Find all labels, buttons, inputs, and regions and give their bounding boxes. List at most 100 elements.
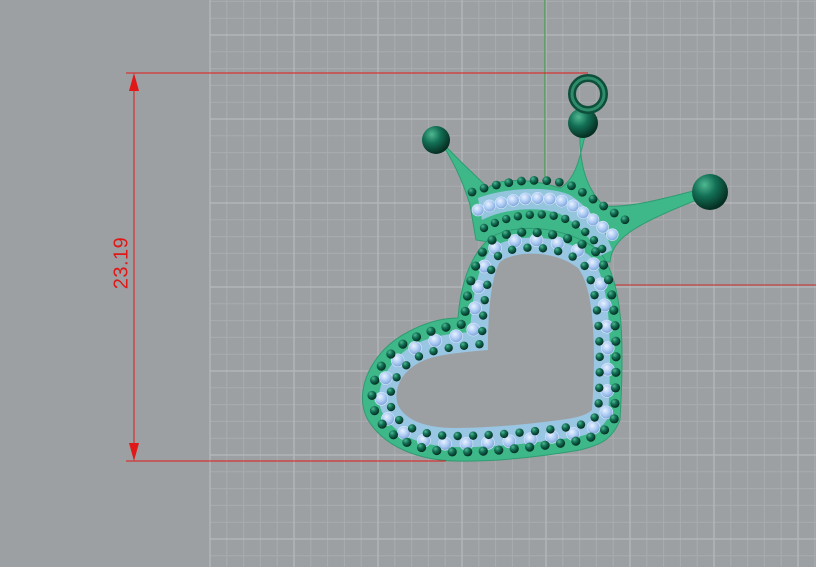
bead [471, 261, 481, 271]
right-prong-ball [692, 174, 728, 210]
gem [566, 199, 580, 213]
gem [543, 192, 557, 206]
bead [502, 214, 511, 224]
bead [460, 306, 470, 316]
bead [447, 447, 457, 457]
bead [577, 239, 587, 249]
bead [620, 215, 630, 225]
bead [515, 428, 524, 437]
bead [561, 423, 570, 432]
bead [480, 295, 489, 305]
bead [537, 210, 546, 219]
bead [444, 343, 453, 353]
bead [592, 306, 602, 315]
bead [595, 383, 604, 393]
bead [392, 373, 401, 382]
bead [610, 398, 620, 408]
bead [577, 187, 587, 197]
bead [478, 446, 488, 456]
dimension-arrow-top [129, 73, 139, 91]
bead [538, 244, 548, 253]
bead [468, 431, 478, 440]
bead [540, 440, 550, 450]
gem [586, 257, 601, 271]
gem [519, 192, 532, 206]
bead [453, 431, 462, 441]
bead [483, 280, 492, 290]
bead [555, 438, 566, 448]
bead [467, 187, 477, 197]
bead [478, 326, 487, 336]
bead [568, 252, 577, 261]
bead [598, 260, 609, 270]
bail-ring [568, 74, 608, 114]
bead [586, 432, 596, 442]
gem [586, 213, 600, 227]
bead [478, 311, 488, 320]
left-prong-ball [422, 126, 450, 154]
bead [611, 336, 621, 346]
bead [532, 227, 542, 238]
rhino-viewport-top[interactable]: 23.19 [0, 0, 816, 567]
bead [610, 321, 620, 331]
bead [589, 235, 599, 245]
bead [586, 275, 595, 285]
bead [611, 352, 621, 362]
bead [432, 445, 442, 456]
bead [567, 181, 576, 191]
bead [507, 245, 517, 255]
bead [386, 349, 396, 359]
gem [468, 301, 482, 316]
bead [599, 425, 610, 435]
bead [563, 233, 573, 244]
bead [475, 340, 484, 349]
bead [517, 227, 527, 237]
gem [596, 220, 609, 234]
bead [414, 352, 424, 361]
bead [370, 375, 380, 385]
bead [523, 243, 532, 252]
bead [595, 368, 604, 377]
gem [508, 234, 522, 248]
bead [554, 177, 564, 187]
bead [546, 425, 555, 434]
gem [531, 192, 544, 205]
gem [483, 199, 496, 213]
bead [394, 415, 404, 425]
bead [594, 399, 603, 408]
gem [374, 391, 389, 406]
bead [590, 413, 599, 422]
gem [428, 333, 442, 348]
bead [611, 367, 621, 377]
bead [561, 214, 570, 224]
bead [595, 337, 604, 346]
bead [580, 261, 589, 271]
bead [588, 194, 598, 204]
gem [576, 206, 590, 219]
bead [398, 339, 408, 349]
bead [525, 442, 535, 452]
gem [555, 194, 569, 208]
bead [386, 402, 396, 412]
bead [581, 227, 590, 237]
bead [463, 447, 473, 457]
bead [490, 218, 500, 228]
bead [429, 347, 438, 356]
bead [499, 429, 509, 439]
bead [504, 178, 514, 188]
bead [509, 444, 519, 454]
gem [506, 194, 520, 207]
bead [388, 430, 399, 440]
bead [594, 321, 603, 331]
bead [416, 442, 427, 453]
bead [402, 361, 411, 370]
gem [494, 196, 508, 210]
bead [542, 176, 552, 186]
bead [599, 201, 609, 211]
bead [426, 326, 436, 336]
bead [422, 428, 432, 438]
bead [402, 437, 412, 447]
bead [462, 291, 473, 301]
bead [491, 180, 501, 190]
gem [605, 228, 619, 241]
